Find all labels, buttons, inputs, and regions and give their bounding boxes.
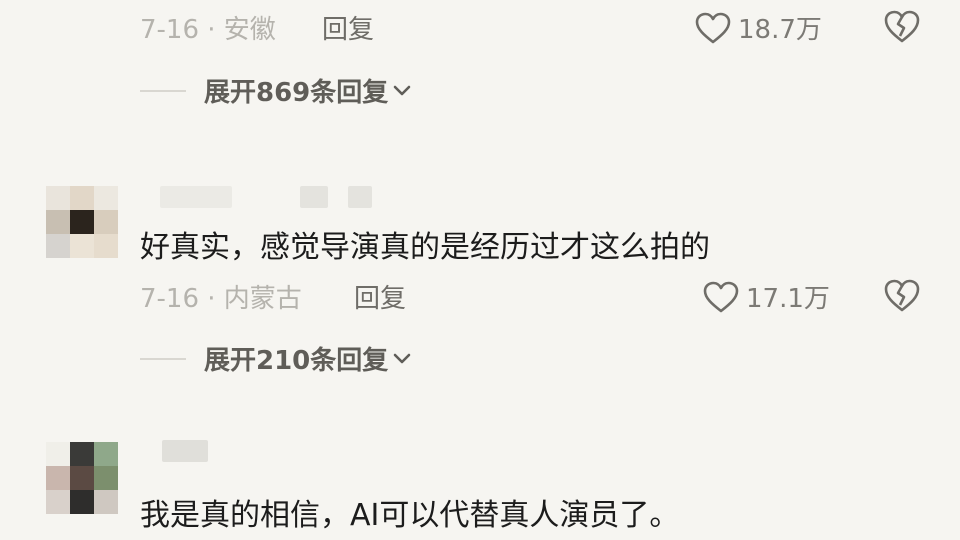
- username-blurred[interactable]: [160, 186, 232, 208]
- comment-text: 好真实，感觉导演真的是经历过才这么拍的: [140, 230, 710, 265]
- comment-date-location: 7-16 · 安徽: [140, 15, 276, 45]
- reply-button[interactable]: 回复: [322, 9, 374, 46]
- like-button[interactable]: 17.1万: [702, 278, 830, 315]
- like-button[interactable]: 18.7万: [694, 9, 822, 46]
- reply-button[interactable]: 回复: [354, 278, 406, 315]
- heart-outline-icon: [702, 280, 740, 314]
- expand-replies-label: 展开869条回复: [204, 78, 389, 108]
- heart-outline-icon: [694, 11, 732, 45]
- avatar[interactable]: [46, 186, 118, 258]
- expand-replies-button[interactable]: 展开210条回复: [140, 340, 412, 377]
- username-blurred: [300, 186, 328, 208]
- avatar[interactable]: [46, 442, 118, 514]
- expand-replies-label: 展开210条回复: [204, 346, 389, 376]
- like-count: 17.1万: [746, 284, 830, 314]
- expand-replies-button[interactable]: 展开869条回复: [140, 72, 412, 109]
- username-blurred[interactable]: [162, 440, 208, 462]
- comment-thread: 7-16 · 安徽 回复 18.7万 展开869条回复 好真实，感觉导演真的是经…: [0, 0, 960, 540]
- chevron-down-icon: [392, 352, 412, 366]
- username-blurred: [348, 186, 372, 208]
- broken-heart-icon[interactable]: [882, 8, 922, 44]
- like-count: 18.7万: [738, 15, 822, 45]
- comment-text: 我是真的相信，AI可以代替真人演员了。: [140, 498, 680, 533]
- divider-line: [140, 89, 186, 92]
- broken-heart-icon[interactable]: [882, 277, 922, 313]
- divider-line: [140, 357, 186, 360]
- comment-date-location: 7-16 · 内蒙古: [140, 284, 302, 314]
- chevron-down-icon: [392, 84, 412, 98]
